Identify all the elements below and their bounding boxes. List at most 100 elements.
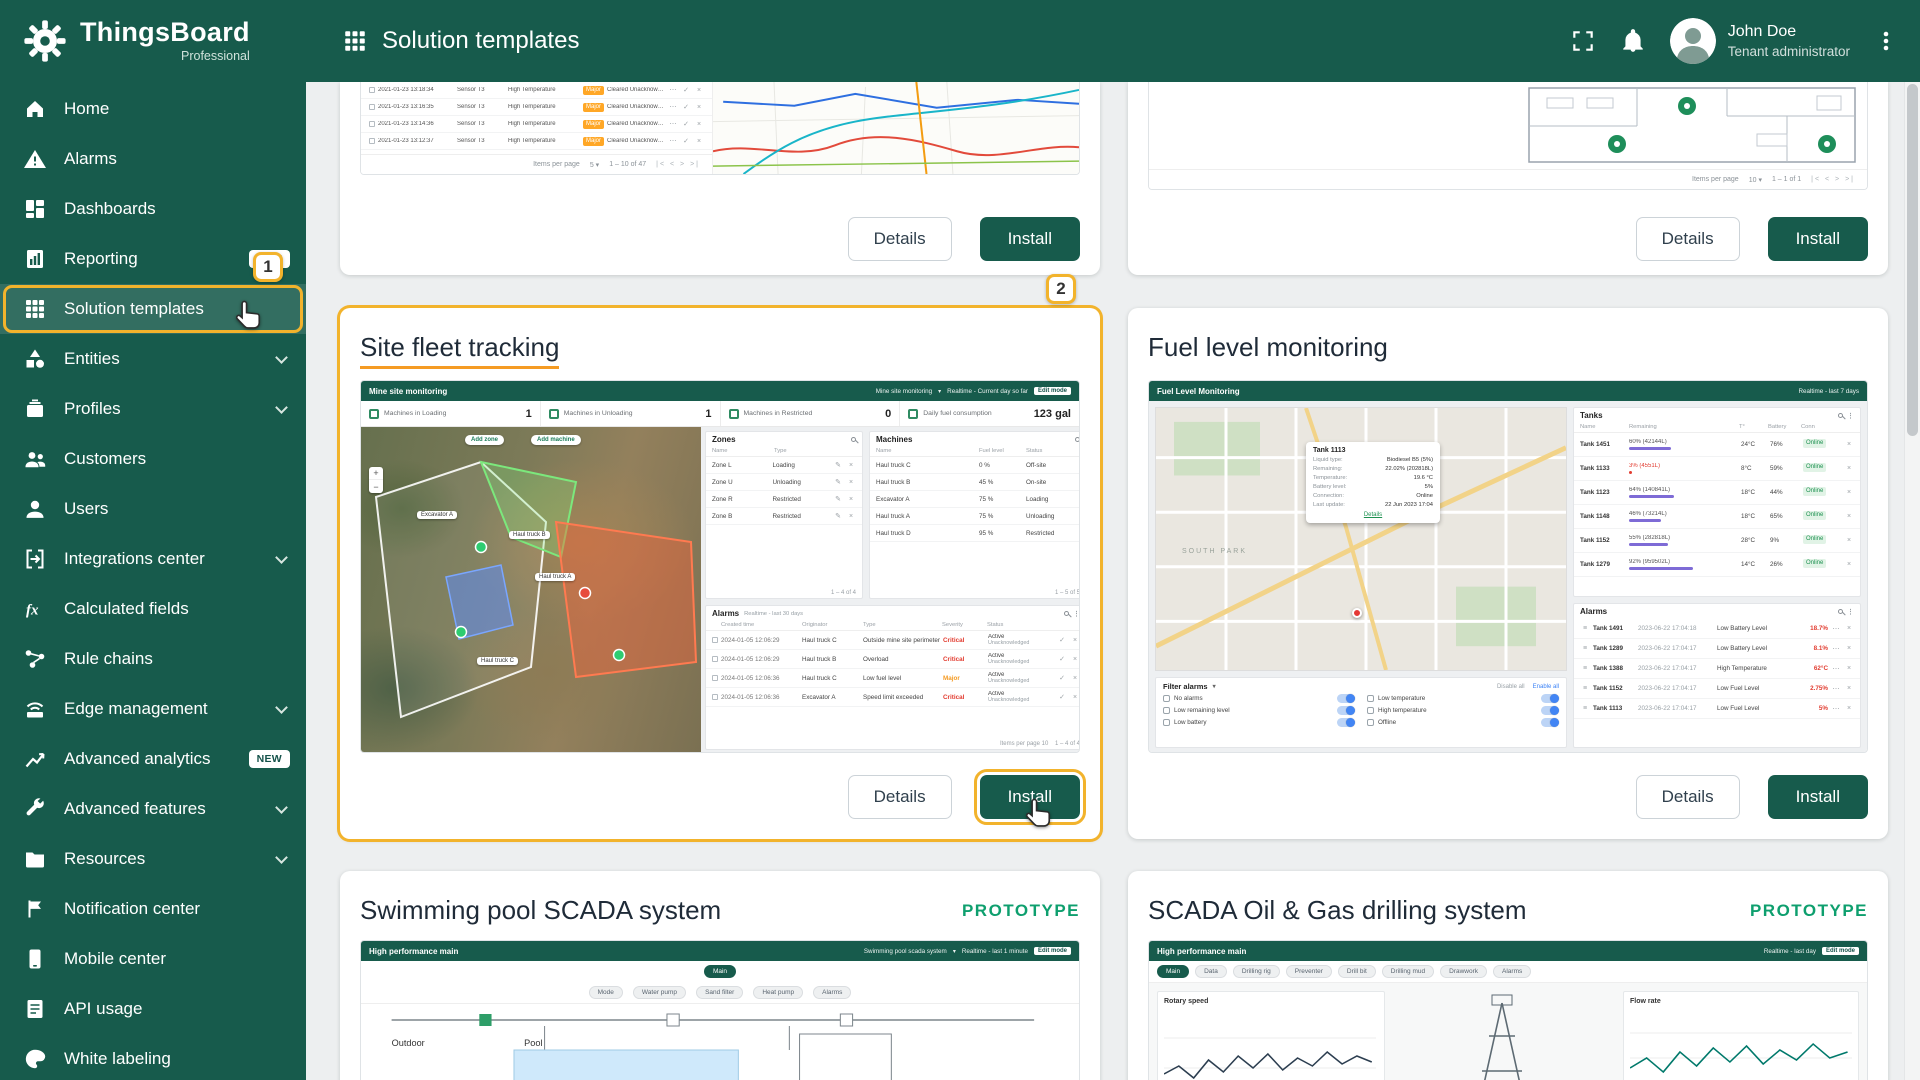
sidebar-item-label: Mobile center: [64, 949, 166, 969]
table-row: ≡Tank 14912023-06-22 17:04:18Low Battery…: [1574, 619, 1860, 639]
table-row: Zone UUnloading✎×: [706, 474, 862, 491]
sidebar-item-label: Edge management: [64, 699, 208, 719]
card-swimming-pool-scada[interactable]: Swimming pool SCADA system PROTOTYPE Hig…: [340, 871, 1100, 1080]
more-menu-icon[interactable]: [1874, 29, 1898, 53]
details-button[interactable]: Details: [848, 775, 952, 819]
preview-tab: Main: [1157, 965, 1189, 978]
sidebar-item-label: Resources: [64, 849, 145, 869]
sidebar-item-label: Alarms: [64, 149, 117, 169]
toggle-switch: [1337, 694, 1355, 703]
install-button[interactable]: Install: [1768, 217, 1868, 261]
top-bar: ThingsBoard Professional Solution templa…: [0, 0, 1920, 82]
sidebar-item-rule-chains[interactable]: Rule chains: [0, 634, 306, 684]
scrollbar[interactable]: [1904, 82, 1920, 1080]
toggle-switch: [1337, 706, 1355, 715]
preview-tab: Drilling mud: [1382, 965, 1434, 978]
sidebar-item-mobile-center[interactable]: Mobile center: [0, 934, 306, 984]
sidebar-item-white-labeling[interactable]: White labeling: [0, 1034, 306, 1080]
user-name: John Doe: [1728, 22, 1850, 43]
sidebar-item-label: Integrations center: [64, 549, 205, 569]
sidebar-item-entities[interactable]: Entities: [0, 334, 306, 384]
mine-map-zones: [361, 427, 701, 753]
city-map-preview: SOUTH PARK Tank 1113 Liquid type:Biodies…: [1155, 407, 1567, 671]
sidebar-item-label: Customers: [64, 449, 146, 469]
floorplan-preview: [1527, 86, 1857, 164]
edge-management-icon: [22, 696, 48, 722]
table-row: ≡Tank 11132023-06-22 17:04:17Low Fuel Le…: [1574, 699, 1860, 719]
sidebar-item-alarms[interactable]: Alarms: [0, 134, 306, 184]
sidebar-item-label: White labeling: [64, 1049, 171, 1069]
pagination: Items per page 10 ▾ 1 – 1 of 1 |< < > >|: [1149, 169, 1867, 189]
stat-tile: Daily fuel consumption123 gal: [900, 401, 1079, 426]
sidebar-item-advanced-analytics[interactable]: Advanced analyticsNEW: [0, 734, 306, 784]
annotation-step-1: 1: [253, 252, 283, 282]
dashboard-state-tab: Main: [704, 965, 736, 978]
install-button[interactable]: Install: [1768, 775, 1868, 819]
page-head: Solution templates: [342, 27, 579, 55]
sidebar-item-label: Entities: [64, 349, 120, 369]
details-button[interactable]: Details: [1636, 217, 1740, 261]
notifications-bell-icon[interactable]: [1620, 28, 1646, 54]
brand-name: ThingsBoard: [80, 19, 250, 46]
table-row: 2024-01-05 12:06:29Haul truck BOverloadC…: [706, 650, 1080, 669]
preview-tab: Mode: [589, 986, 623, 999]
filter-icon: [1367, 719, 1374, 726]
details-button[interactable]: Details: [848, 217, 952, 261]
card-site-fleet-tracking[interactable]: 2 Site fleet tracking Mine site monitori…: [340, 308, 1100, 839]
filter-icon: [1163, 707, 1170, 714]
thingsboard-logo[interactable]: ThingsBoard Professional: [0, 18, 306, 64]
install-button[interactable]: Install: [980, 217, 1080, 261]
notification-center-icon: [22, 896, 48, 922]
sidebar-item-api-usage[interactable]: API usage: [0, 984, 306, 1034]
api-usage-icon: [22, 996, 48, 1022]
table-row: Zone BRestricted✎×: [706, 508, 862, 525]
table-row: 2024-01-05 12:06:36Excavator ASpeed limi…: [706, 688, 1080, 707]
sidebar-item-customers[interactable]: Customers: [0, 434, 306, 484]
preview-tab: Drill bit: [1338, 965, 1376, 978]
sidebar-item-dashboards[interactable]: Dashboards: [0, 184, 306, 234]
filter-toggle-row: Offline: [1367, 718, 1559, 727]
user-block[interactable]: John Doe Tenant administrator: [1670, 18, 1850, 64]
sidebar-item-integrations-center[interactable]: Integrations center: [0, 534, 306, 584]
avatar[interactable]: [1670, 18, 1716, 64]
scrollbar-thumb[interactable]: [1907, 84, 1918, 436]
filter-toggle-row: Low temperature: [1367, 694, 1559, 703]
rule-chains-icon: [22, 646, 48, 672]
sidebar-item-edge-management[interactable]: Edge management: [0, 684, 306, 734]
sidebar-item-label: Home: [64, 99, 109, 119]
chevron-down-icon: [275, 801, 288, 814]
fullscreen-icon[interactable]: [1570, 28, 1596, 54]
alarm-table-preview: 2021-01-23 13:18:34Sensor T3High Tempera…: [361, 82, 713, 174]
sidebar-item-label: Rule chains: [64, 649, 153, 669]
filter-toggle-row: Low remaining level: [1163, 706, 1355, 715]
sidebar-item-calculated-fields[interactable]: fxCalculated fields: [0, 584, 306, 634]
stat-icon: [369, 409, 379, 419]
sidebar-item-notification-center[interactable]: Notification center: [0, 884, 306, 934]
table-row: Haul truck D95 %Restricted: [870, 525, 1080, 542]
mouse-cursor-icon: [236, 300, 263, 331]
card-partial-top-left[interactable]: 2021-01-23 13:18:34Sensor T3High Tempera…: [340, 82, 1100, 275]
table-row: Tank 112364% (140841L)18°C44%Online×: [1574, 481, 1860, 505]
sidebar-item-profiles[interactable]: Profiles: [0, 384, 306, 434]
details-button[interactable]: Details: [1636, 775, 1740, 819]
search-icon: [1838, 609, 1843, 614]
map-preview: [713, 82, 1079, 174]
sidebar-item-advanced-features[interactable]: Advanced features: [0, 784, 306, 834]
preview-tab: Water pump: [633, 986, 686, 999]
table-row: 2024-01-05 12:06:36Haul truck CLow fuel …: [706, 669, 1080, 688]
sidebar-item-resources[interactable]: Resources: [0, 834, 306, 884]
table-row: Haul truck C0 %Off-site: [870, 457, 1080, 474]
card-partial-top-right[interactable]: Items per page 10 ▾ 1 – 1 of 1 |< < > >|…: [1128, 82, 1888, 275]
card-title: SCADA Oil & Gas drilling system: [1148, 895, 1527, 926]
card-fuel-level-monitoring[interactable]: Fuel level monitoring Fuel Level Monitor…: [1128, 308, 1888, 839]
sidebar-item-users[interactable]: Users: [0, 484, 306, 534]
integrations-center-icon: [22, 546, 48, 572]
chevron-down-icon: [275, 701, 288, 714]
template-preview: Items per page 10 ▾ 1 – 1 of 1 |< < > >|: [1148, 82, 1868, 190]
chevron-down-icon: [275, 351, 288, 364]
solution-templates-icon: [22, 296, 48, 322]
card-scada-oil-gas[interactable]: SCADA Oil & Gas drilling system PROTOTYP…: [1128, 871, 1888, 1080]
toggle-switch: [1541, 694, 1559, 703]
sidebar-item-home[interactable]: Home: [0, 84, 306, 134]
chevron-down-icon: [275, 551, 288, 564]
